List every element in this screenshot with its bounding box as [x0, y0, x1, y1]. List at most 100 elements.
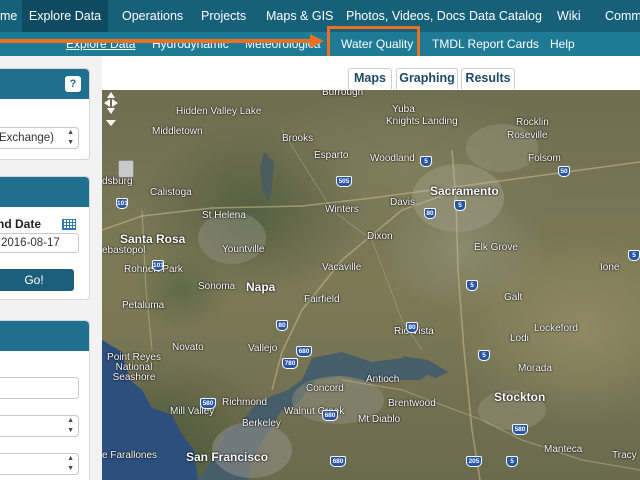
- highway-shield: 5: [466, 280, 478, 291]
- city-label: Brentwood: [388, 398, 436, 409]
- city-label: Manteca: [544, 444, 583, 455]
- city-label: Novato: [172, 342, 204, 353]
- city-label: e Farallones: [102, 450, 158, 461]
- city-label: Tracy: [612, 450, 637, 461]
- city-label: Dixon: [367, 231, 393, 242]
- satellite-map[interactable]: Burrough Hidden Valley Lake Middletown B…: [102, 90, 640, 480]
- map-pan-control-icon[interactable]: [102, 90, 120, 126]
- highway-shield: 680: [296, 346, 312, 357]
- highway-shield: 580: [200, 398, 216, 409]
- city-label: Richmond: [222, 397, 268, 408]
- left-panel: ? Exchange) ▲ ▼ nd Date 2016-08-17 Go! ▲ ▼…: [0, 56, 102, 480]
- highway-shield: 101: [152, 260, 164, 271]
- city-label: Sonoma: [198, 281, 236, 292]
- select-arrows-icon: ▲ ▼: [67, 129, 74, 146]
- highway-shield: 80: [424, 208, 436, 219]
- city-label: Antioch: [366, 374, 400, 385]
- station-select[interactable]: Exchange) ▲ ▼: [0, 127, 79, 149]
- sub-nav-explore-data[interactable]: Explore Data: [66, 32, 135, 56]
- highway-shield: 50: [558, 166, 570, 177]
- city-label: Lodi: [510, 333, 529, 344]
- city-label: Morada: [518, 363, 552, 374]
- filter-select-2[interactable]: ▲ ▼: [0, 453, 79, 475]
- tab-graphing[interactable]: Graphing: [396, 68, 458, 89]
- view-tabs: Maps Graphing Results: [102, 56, 640, 90]
- sub-nav-hydrodynamic[interactable]: Hydrodynamic: [152, 32, 229, 56]
- filter-select-1[interactable]: ▲ ▼: [0, 415, 79, 437]
- city-label: Knights Landing: [386, 116, 458, 127]
- city-label: Davis: [390, 197, 416, 208]
- city-label: Middletown: [152, 126, 203, 137]
- highway-shield: 5: [478, 350, 490, 361]
- city-label-stockton: Stockton: [494, 390, 546, 404]
- city-label: Berkeley: [242, 418, 281, 429]
- end-date-label: nd Date: [0, 217, 42, 231]
- annotation-highlight-box: [327, 26, 420, 60]
- highway-shield: 580: [512, 424, 528, 435]
- filter-panel-header: [0, 321, 89, 351]
- highway-shield: 780: [282, 358, 298, 369]
- select-arrows-icon: ▲ ▼: [67, 417, 74, 434]
- top-nav-wiki[interactable]: Wiki: [557, 0, 581, 32]
- city-label: Folsom: [528, 153, 561, 164]
- highway-shield: 5: [506, 456, 518, 467]
- city-label: ebastopol: [102, 245, 146, 256]
- annotation-arrow-line: [0, 39, 314, 43]
- city-label: Esparto: [314, 150, 349, 161]
- sub-nav-tmdl-report-cards[interactable]: TMDL Report Cards: [432, 32, 539, 56]
- tab-maps[interactable]: Maps: [348, 68, 392, 89]
- city-label: Hidden Valley Lake: [176, 106, 262, 117]
- highway-shield: 5: [420, 156, 432, 167]
- city-label: Roseville: [507, 130, 548, 141]
- tab-results[interactable]: Results: [461, 68, 515, 89]
- city-label: Petaluma: [122, 300, 165, 311]
- highway-shield: 205: [466, 456, 482, 467]
- city-label: dsburg: [102, 176, 133, 187]
- top-nav-data-catalog[interactable]: Data Catalog: [469, 0, 542, 32]
- top-nav-maps-gis[interactable]: Maps & GIS: [266, 0, 333, 32]
- highway-shield: 680: [330, 456, 346, 467]
- city-label: St Helena: [202, 210, 246, 221]
- go-button[interactable]: Go!: [0, 269, 74, 291]
- help-button[interactable]: ?: [65, 76, 81, 92]
- city-label: Elk Grove: [474, 242, 518, 253]
- station-panel: ? Exchange) ▲ ▼: [0, 68, 90, 160]
- station-select-value: Exchange): [0, 132, 54, 144]
- city-label-santa-rosa: Santa Rosa: [120, 232, 186, 246]
- city-label: Rocklin: [516, 117, 549, 128]
- app-window: me Explore Data Operations Projects Maps…: [0, 0, 640, 480]
- city-label-sacramento: Sacramento: [430, 184, 499, 198]
- city-label: Vacaville: [322, 262, 362, 273]
- city-label: Yuba: [392, 104, 415, 115]
- city-label: Galt: [504, 292, 523, 303]
- city-label: Yountville: [222, 244, 265, 255]
- sub-nav-help[interactable]: Help: [550, 32, 575, 56]
- top-nav-home[interactable]: me: [0, 0, 20, 32]
- city-label: Calistoga: [150, 187, 192, 198]
- select-arrows-icon: ▲ ▼: [67, 455, 74, 472]
- highway-shield: 5: [628, 250, 640, 261]
- city-label-san-francisco: San Francisco: [186, 450, 269, 464]
- top-nav-operations[interactable]: Operations: [122, 0, 183, 32]
- filter-text-input[interactable]: [0, 377, 79, 399]
- station-panel-header: ?: [0, 69, 89, 99]
- city-label: Winters: [325, 204, 359, 215]
- highway-shield: 505: [336, 176, 352, 187]
- top-nav-explore-data[interactable]: Explore Data: [22, 0, 108, 32]
- top-nav-projects[interactable]: Projects: [201, 0, 246, 32]
- filter-panel: ▲ ▼ ▲ ▼: [0, 320, 90, 480]
- calendar-icon[interactable]: [62, 219, 76, 230]
- highway-shield: 680: [322, 410, 338, 421]
- city-label: Concord: [306, 383, 344, 394]
- top-nav: me Explore Data Operations Projects Maps…: [0, 0, 640, 32]
- city-label: Brooks: [282, 133, 314, 144]
- highway-shield: 101: [116, 198, 128, 209]
- top-nav-community[interactable]: Commu: [605, 0, 640, 32]
- city-label: Point Reyes National Seashore: [107, 352, 161, 383]
- city-label-napa: Napa: [246, 280, 276, 294]
- city-label: Vallejo: [248, 343, 278, 354]
- city-label: Lockeford: [534, 323, 578, 334]
- city-label: Woodland: [370, 153, 415, 164]
- end-date-input[interactable]: 2016-08-17: [0, 233, 79, 253]
- date-panel: nd Date 2016-08-17 Go!: [0, 176, 90, 300]
